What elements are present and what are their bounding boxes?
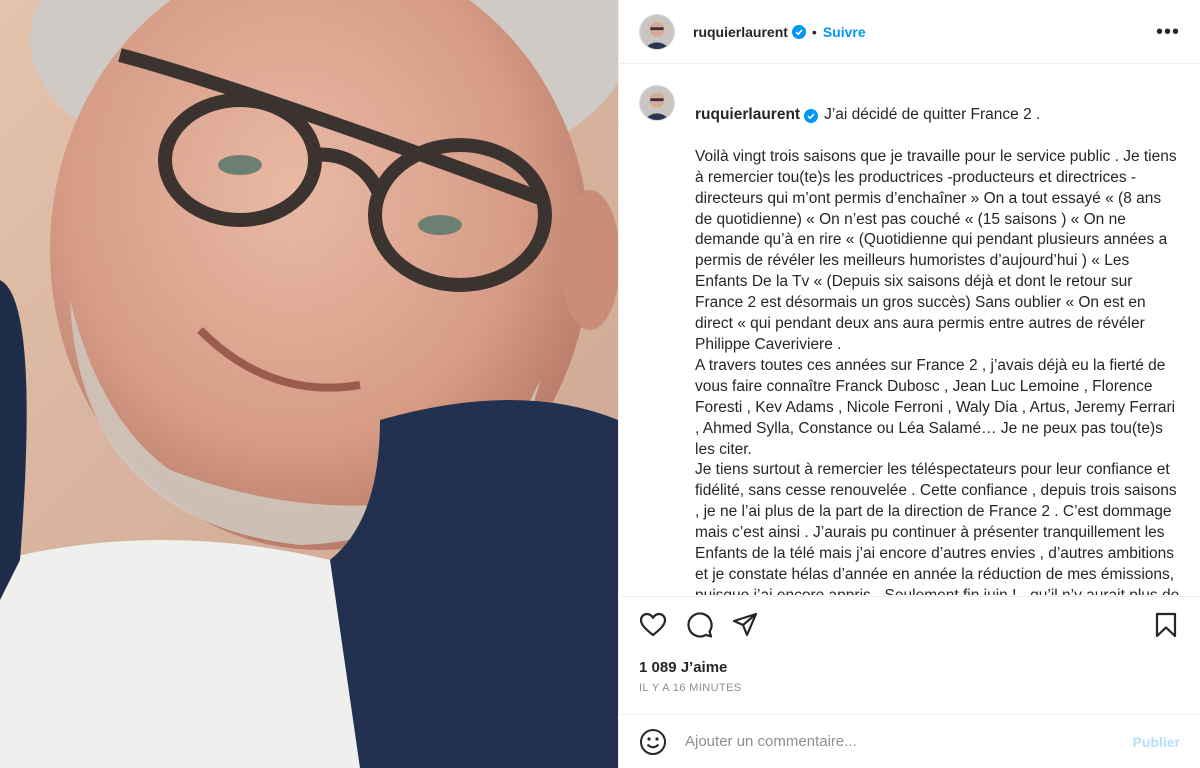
caption-avatar[interactable] <box>639 85 675 121</box>
post-timestamp: IL Y A 16 MINUTES <box>639 682 742 694</box>
portrait-illustration <box>0 0 618 768</box>
bookmark-icon[interactable] <box>1152 611 1180 639</box>
caption-body: Voilà vingt trois saisons que je travail… <box>695 147 1179 595</box>
separator-dot: • <box>811 23 817 40</box>
post-photo[interactable] <box>0 0 618 768</box>
caption-first-line: J’ai décidé de quitter France 2 . <box>824 106 1041 124</box>
username[interactable]: ruquierlaurent <box>693 24 788 40</box>
verified-badge-icon <box>791 24 806 39</box>
post-actions: 1 089 J’aime IL Y A 16 MINUTES <box>619 596 1200 694</box>
heart-icon[interactable] <box>639 611 667 639</box>
likes-count[interactable]: 1 089 J’aime <box>619 659 1200 676</box>
post-header: ruquierlaurent • Suivre ••• <box>619 0 1200 64</box>
add-comment-bar: Publier <box>619 714 1200 768</box>
post-panel: ruquierlaurent • Suivre ••• ruquierlaure… <box>618 0 1200 768</box>
comment-input[interactable] <box>685 733 1133 750</box>
smiley-icon[interactable] <box>639 728 667 756</box>
comment-icon[interactable] <box>685 611 713 639</box>
caption-username[interactable]: ruquierlaurent <box>695 105 800 126</box>
comments-area[interactable]: ruquierlaurent J’ai décidé de quitter Fr… <box>619 65 1200 595</box>
paper-plane-icon[interactable] <box>731 611 759 639</box>
avatar[interactable] <box>639 13 675 50</box>
more-options-icon[interactable]: ••• <box>1156 22 1180 42</box>
publish-button[interactable]: Publier <box>1133 734 1180 750</box>
caption-text: ruquierlaurent J’ai décidé de quitter Fr… <box>695 85 1180 595</box>
follow-button[interactable]: Suivre <box>823 24 866 40</box>
caption: ruquierlaurent J’ai décidé de quitter Fr… <box>639 85 1180 595</box>
verified-badge-icon <box>804 108 819 123</box>
